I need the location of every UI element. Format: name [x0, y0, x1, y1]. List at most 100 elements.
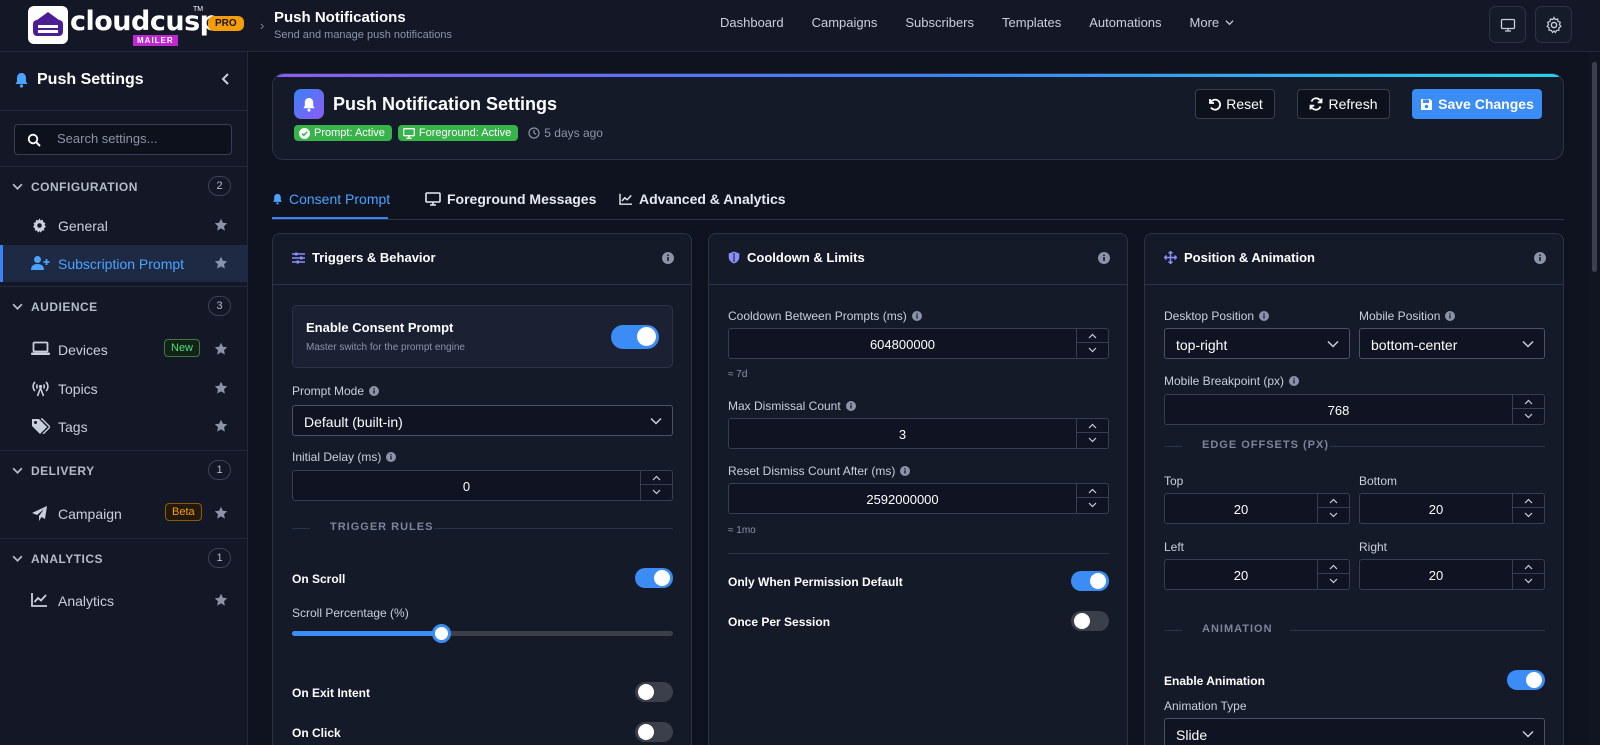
increment-button[interactable]	[1077, 329, 1108, 343]
increment-button[interactable]	[1513, 560, 1544, 574]
info-icon[interactable]	[1534, 252, 1546, 264]
on-scroll-toggle[interactable]	[635, 568, 673, 588]
increment-button[interactable]	[1513, 395, 1544, 409]
decrement-button[interactable]	[1318, 574, 1349, 588]
decrement-button[interactable]	[1077, 498, 1108, 512]
brand-logo[interactable]: cloudcusp TM MAILER	[28, 4, 219, 46]
section-configuration[interactable]: CONFIGURATION 2	[0, 174, 248, 200]
on-exit-intent-toggle[interactable]	[635, 682, 673, 702]
monitor-icon	[402, 127, 415, 139]
offset-top-input[interactable]: 20	[1164, 493, 1350, 524]
cooldown-between-input[interactable]: 604800000	[728, 328, 1109, 359]
nav-campaigns[interactable]: Campaigns	[812, 15, 878, 30]
stepper	[1317, 560, 1349, 589]
nav-subscribers[interactable]: Subscribers	[905, 15, 974, 30]
increment-button[interactable]	[1318, 494, 1349, 508]
only-permission-default-toggle[interactable]	[1071, 571, 1109, 591]
reset-dismiss-hint: ≈ 1mo	[728, 525, 756, 536]
refresh-button[interactable]: Refresh	[1297, 89, 1390, 119]
decrement-button[interactable]	[1513, 409, 1544, 423]
scroll-percentage-slider[interactable]	[292, 624, 673, 643]
sidebar-item-general[interactable]: General	[0, 207, 247, 244]
reset-dismiss-label: Reset Dismiss Count After (ms)	[728, 464, 911, 478]
increment-button[interactable]	[1513, 494, 1544, 508]
sidebar-item-campaign[interactable]: Campaign Beta	[0, 495, 247, 532]
mobile-position-select[interactable]: bottom-center	[1359, 328, 1545, 359]
decrement-button[interactable]	[1077, 433, 1108, 447]
star-icon[interactable]	[214, 342, 228, 356]
enable-animation-label: Enable Animation	[1164, 674, 1265, 688]
desktop-position-select[interactable]: top-right	[1164, 328, 1350, 359]
once-per-session-toggle[interactable]	[1071, 611, 1109, 631]
toggle-knob	[1074, 613, 1090, 629]
nav-dashboard[interactable]: Dashboard	[720, 15, 784, 30]
nav-automations[interactable]: Automations	[1089, 15, 1161, 30]
sidebar: Push Settings CONFIGURATION 2 General Su…	[0, 52, 248, 745]
offset-right-input[interactable]: 20	[1359, 559, 1545, 590]
divider-line	[434, 528, 673, 529]
sliders-icon	[292, 252, 305, 263]
save-changes-button[interactable]: Save Changes	[1412, 89, 1542, 119]
reset-button[interactable]: Reset	[1195, 89, 1275, 119]
undo-icon	[1209, 98, 1222, 111]
label-text: Mobile Breakpoint (px)	[1164, 374, 1285, 388]
sidebar-item-devices[interactable]: Devices New	[0, 331, 247, 368]
star-icon[interactable]	[214, 593, 228, 607]
page-scrollbar[interactable]	[1589, 52, 1600, 745]
on-click-toggle[interactable]	[635, 722, 673, 742]
nav-templates[interactable]: Templates	[1002, 15, 1061, 30]
initial-delay-input[interactable]: 0	[292, 470, 673, 501]
reset-dismiss-input[interactable]: 2592000000	[728, 483, 1109, 514]
section-analytics[interactable]: ANALYTICS 1	[0, 546, 248, 572]
sidebar-item-topics[interactable]: Topics	[0, 370, 247, 407]
section-label: ANALYTICS	[31, 552, 104, 566]
info-icon[interactable]	[1098, 252, 1110, 264]
tab-foreground-messages[interactable]: Foreground Messages	[425, 191, 596, 207]
mobile-breakpoint-input[interactable]: 768	[1164, 394, 1545, 425]
search-input[interactable]	[57, 131, 222, 146]
scrollbar-thumb[interactable]	[1592, 62, 1597, 272]
decrement-button[interactable]	[1513, 574, 1544, 588]
star-icon[interactable]	[214, 506, 228, 520]
decrement-button[interactable]	[1077, 343, 1108, 357]
decrement-button[interactable]	[1318, 508, 1349, 522]
prompt-mode-select[interactable]: Default (built-in)	[292, 405, 673, 436]
offset-left-input[interactable]: 20	[1164, 559, 1350, 590]
increment-button[interactable]	[1077, 484, 1108, 498]
offset-bottom-input[interactable]: 20	[1359, 493, 1545, 524]
decrement-button[interactable]	[641, 485, 672, 499]
tab-advanced-analytics[interactable]: Advanced & Analytics	[619, 191, 786, 207]
tags-icon	[31, 418, 50, 434]
section-audience[interactable]: AUDIENCE 3	[0, 294, 248, 320]
sidebar-item-tags[interactable]: Tags	[0, 408, 247, 445]
info-icon[interactable]	[662, 252, 674, 264]
sidebar-item-subscription-prompt[interactable]: Subscription Prompt	[0, 245, 247, 282]
sidebar-item-analytics[interactable]: Analytics	[0, 582, 247, 619]
nav-more[interactable]: More	[1190, 15, 1235, 30]
settings-search[interactable]	[14, 124, 232, 155]
decrement-button[interactable]	[1513, 508, 1544, 522]
slider-thumb[interactable]	[432, 624, 451, 643]
star-icon[interactable]	[214, 381, 228, 395]
max-dismissal-input[interactable]: 3	[728, 418, 1109, 449]
offset-top-label: Top	[1164, 474, 1184, 488]
display-button[interactable]	[1489, 6, 1526, 43]
info-icon	[900, 466, 911, 476]
star-icon[interactable]	[214, 256, 228, 270]
section-count: 2	[208, 176, 231, 196]
enable-animation-toggle[interactable]	[1507, 670, 1545, 690]
star-icon[interactable]	[214, 218, 228, 232]
increment-button[interactable]	[1077, 419, 1108, 433]
new-badge: New	[164, 339, 201, 357]
animation-type-select[interactable]: Slide	[1164, 718, 1545, 745]
mobile-breakpoint-label: Mobile Breakpoint (px)	[1164, 374, 1300, 388]
section-delivery[interactable]: DELIVERY 1	[0, 458, 248, 484]
star-icon[interactable]	[214, 419, 228, 433]
chevron-down-icon	[650, 417, 662, 425]
increment-button[interactable]	[1318, 560, 1349, 574]
collapse-sidebar-button[interactable]	[220, 72, 232, 86]
enable-consent-toggle[interactable]	[611, 325, 659, 349]
increment-button[interactable]	[641, 471, 672, 485]
tab-consent-prompt[interactable]: Consent Prompt	[272, 191, 390, 207]
settings-button[interactable]	[1535, 6, 1572, 43]
